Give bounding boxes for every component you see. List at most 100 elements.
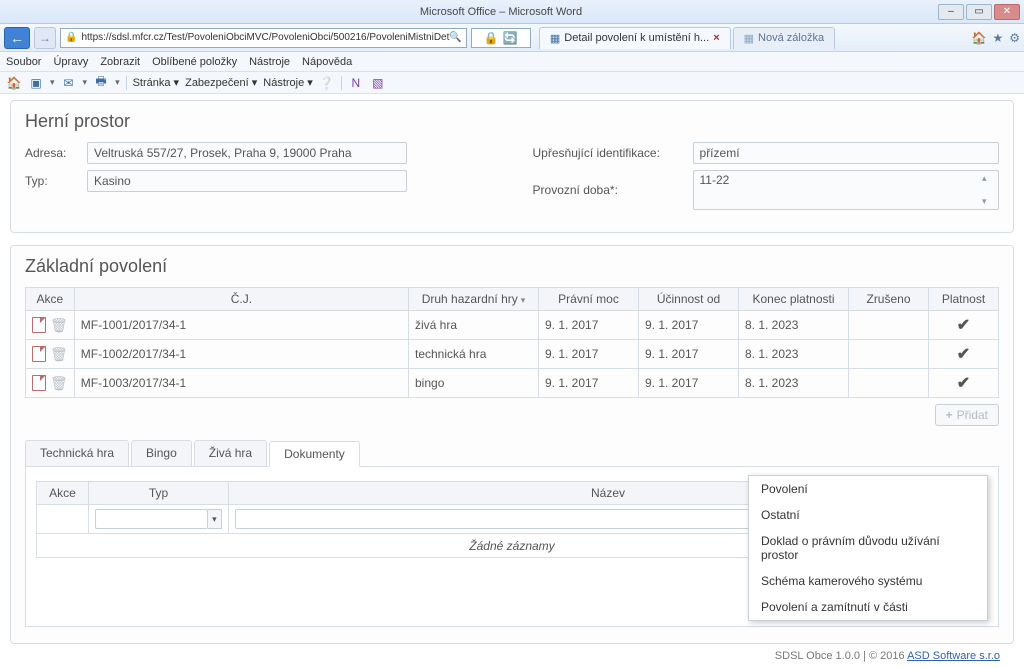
onenote-icon[interactable]: N xyxy=(348,75,364,91)
browser-navbar: ← → 🔒 https://sdsl.mfcr.cz/Test/Povoleni… xyxy=(0,24,1024,52)
table-row: 🗑MF-1003/2017/34-1bingo9. 1. 20179. 1. 2… xyxy=(26,369,999,398)
panel-title: Základní povolení xyxy=(25,256,999,277)
table-row: 🗑MF-1002/2017/34-1technická hra9. 1. 201… xyxy=(26,340,999,369)
filter-typ-dropdown-icon[interactable]: ▾ xyxy=(208,509,222,529)
tab-bingo[interactable]: Bingo xyxy=(131,440,192,466)
menu-zobrazit[interactable]: Zobrazit xyxy=(100,56,140,68)
close-window-button[interactable]: ✕ xyxy=(994,4,1020,20)
window-titlebar: Microsoft Office – Microsoft Word – ▭ ✕ xyxy=(0,0,1024,24)
context-menu-item[interactable]: Ostatní xyxy=(749,502,987,528)
page-icon: ▦ xyxy=(744,32,754,45)
context-menu-item[interactable]: Schéma kamerového systému xyxy=(749,568,987,594)
field-typ: Kasino xyxy=(87,170,407,192)
cell-pravni: 9. 1. 2017 xyxy=(539,369,639,398)
tab-dokumenty[interactable]: Dokumenty xyxy=(269,441,360,467)
col-konec[interactable]: Konec platnosti xyxy=(739,288,849,311)
cell-zruseno xyxy=(849,340,929,369)
context-menu-typ-dokumentu: PovoleníOstatníDoklad o právním důvodu u… xyxy=(748,475,988,621)
col-zruseno[interactable]: Zrušeno xyxy=(849,288,929,311)
sort-icon: ▾ xyxy=(521,295,526,305)
back-button[interactable]: ← xyxy=(4,27,30,49)
delete-icon[interactable]: 🗑 xyxy=(50,317,68,334)
cell-konec: 8. 1. 2023 xyxy=(739,340,849,369)
panel-herni-prostor: Herní prostor Adresa: Veltruská 557/27, … xyxy=(10,100,1014,233)
footer-vendor-link[interactable]: ASD Software s.r.o xyxy=(907,650,1000,662)
field-ident[interactable]: přízemí xyxy=(693,142,999,164)
cell-ucinnost: 9. 1. 2017 xyxy=(639,340,739,369)
maximize-button[interactable]: ▭ xyxy=(966,4,992,20)
page-icon: ▦ xyxy=(550,32,560,45)
pdf-icon[interactable] xyxy=(32,346,46,362)
cell-konec: 8. 1. 2023 xyxy=(739,369,849,398)
tab-close-icon[interactable]: × xyxy=(713,32,719,44)
cell-ucinnost: 9. 1. 2017 xyxy=(639,311,739,340)
search-magnifier-icon: 🔍 xyxy=(449,32,461,43)
feed-icon[interactable]: ▣ xyxy=(28,75,44,91)
button-pridat-povoleni[interactable]: + Přidat xyxy=(935,404,999,426)
cell-ucinnost: 9. 1. 2017 xyxy=(639,369,739,398)
mail-icon[interactable]: ✉ xyxy=(61,75,77,91)
col-cj[interactable]: Č.J. xyxy=(74,288,408,311)
tools-gear-icon[interactable]: ⚙ xyxy=(1009,31,1020,45)
cell-zruseno xyxy=(849,369,929,398)
cell-druh: bingo xyxy=(409,369,539,398)
toolbar-zabezpeceni[interactable]: Zabezpečení ▾ xyxy=(185,76,257,89)
col-ucinnost[interactable]: Účinnost od xyxy=(639,288,739,311)
print-icon[interactable]: 🖶 xyxy=(93,75,109,91)
filter-typ-input[interactable] xyxy=(95,509,208,529)
col-akce: Akce xyxy=(37,482,89,505)
label-doba: Provozní doba*: xyxy=(533,183,693,197)
pdf-icon[interactable] xyxy=(32,375,46,391)
tab-živá-hra[interactable]: Živá hra xyxy=(194,440,267,466)
cell-platnost-check-icon: ✔ xyxy=(929,369,999,398)
cell-pravni: 9. 1. 2017 xyxy=(539,340,639,369)
table-header-row: Akce Č.J. Druh hazardní hry▾ Právní moc … xyxy=(26,288,999,311)
cell-zruseno xyxy=(849,311,929,340)
cell-platnost-check-icon: ✔ xyxy=(929,311,999,340)
menu-upravy[interactable]: Úpravy xyxy=(53,56,88,68)
delete-icon[interactable]: 🗑 xyxy=(50,375,68,392)
cell-konec: 8. 1. 2023 xyxy=(739,311,849,340)
cell-platnost-check-icon: ✔ xyxy=(929,340,999,369)
window-title: Microsoft Office – Microsoft Word xyxy=(64,6,938,18)
toolbar-nastroje[interactable]: Nástroje ▾ xyxy=(263,76,313,89)
context-menu-item[interactable]: Doklad o právním důvodu užívání prostor xyxy=(749,528,987,568)
field-doba[interactable]: 11-22 ▴▾ xyxy=(693,170,999,210)
window-buttons: – ▭ ✕ xyxy=(938,4,1020,20)
forward-button[interactable]: → xyxy=(34,27,56,49)
menu-oblibene[interactable]: Oblíbené položky xyxy=(152,56,237,68)
label-ident: Upřesňující identifikace: xyxy=(533,146,693,160)
home-icon[interactable]: 🏠 xyxy=(6,75,22,91)
context-menu-item[interactable]: Povolení xyxy=(749,476,987,502)
onenote-link-icon[interactable]: ▧ xyxy=(370,75,386,91)
menu-soubor[interactable]: Soubor xyxy=(6,56,41,68)
table-povoleni: Akce Č.J. Druh hazardní hry▾ Právní moc … xyxy=(25,287,999,398)
minimize-button[interactable]: – xyxy=(938,4,964,20)
lock-icon: 🔒 xyxy=(65,32,77,43)
browser-tab-active[interactable]: ▦ Detail povolení k umístění h... × xyxy=(539,27,731,49)
menu-nastroje[interactable]: Nástroje xyxy=(249,56,290,68)
home-icon[interactable]: 🏠 xyxy=(972,31,987,45)
toolbar-stranka[interactable]: Stránka ▾ xyxy=(133,76,180,89)
search-box[interactable]: 🔒 🔄 xyxy=(471,28,531,48)
tab-technická-hra[interactable]: Technická hra xyxy=(25,440,129,466)
col-platnost[interactable]: Platnost xyxy=(929,288,999,311)
field-adresa: Veltruská 557/27, Prosek, Praha 9, 19000… xyxy=(87,142,407,164)
delete-icon[interactable]: 🗑 xyxy=(50,346,68,363)
context-menu-item[interactable]: Povolení a zamítnutí v části xyxy=(749,594,987,620)
table-row: 🗑MF-1001/2017/34-1živá hra9. 1. 20179. 1… xyxy=(26,311,999,340)
col-pravni[interactable]: Právní moc xyxy=(539,288,639,311)
plus-icon: + xyxy=(946,408,953,422)
help-icon[interactable]: ❔ xyxy=(319,75,335,91)
detail-tabs: Technická hraBingoŽivá hraDokumenty xyxy=(25,440,999,467)
col-druh[interactable]: Druh hazardní hry▾ xyxy=(409,288,539,311)
menu-napoveda[interactable]: Nápověda xyxy=(302,56,352,68)
pdf-icon[interactable] xyxy=(32,317,46,333)
cell-cj: MF-1002/2017/34-1 xyxy=(74,340,408,369)
col-typ[interactable]: Typ xyxy=(89,482,229,505)
textarea-scroll-arrows[interactable]: ▴▾ xyxy=(982,173,996,207)
favorites-icon[interactable]: ★ xyxy=(992,31,1003,45)
address-bar[interactable]: 🔒 https://sdsl.mfcr.cz/Test/PovoleniObci… xyxy=(60,28,467,48)
browser-tab-new[interactable]: ▦ Nová záložka xyxy=(733,27,835,49)
panel-title: Herní prostor xyxy=(25,111,999,132)
